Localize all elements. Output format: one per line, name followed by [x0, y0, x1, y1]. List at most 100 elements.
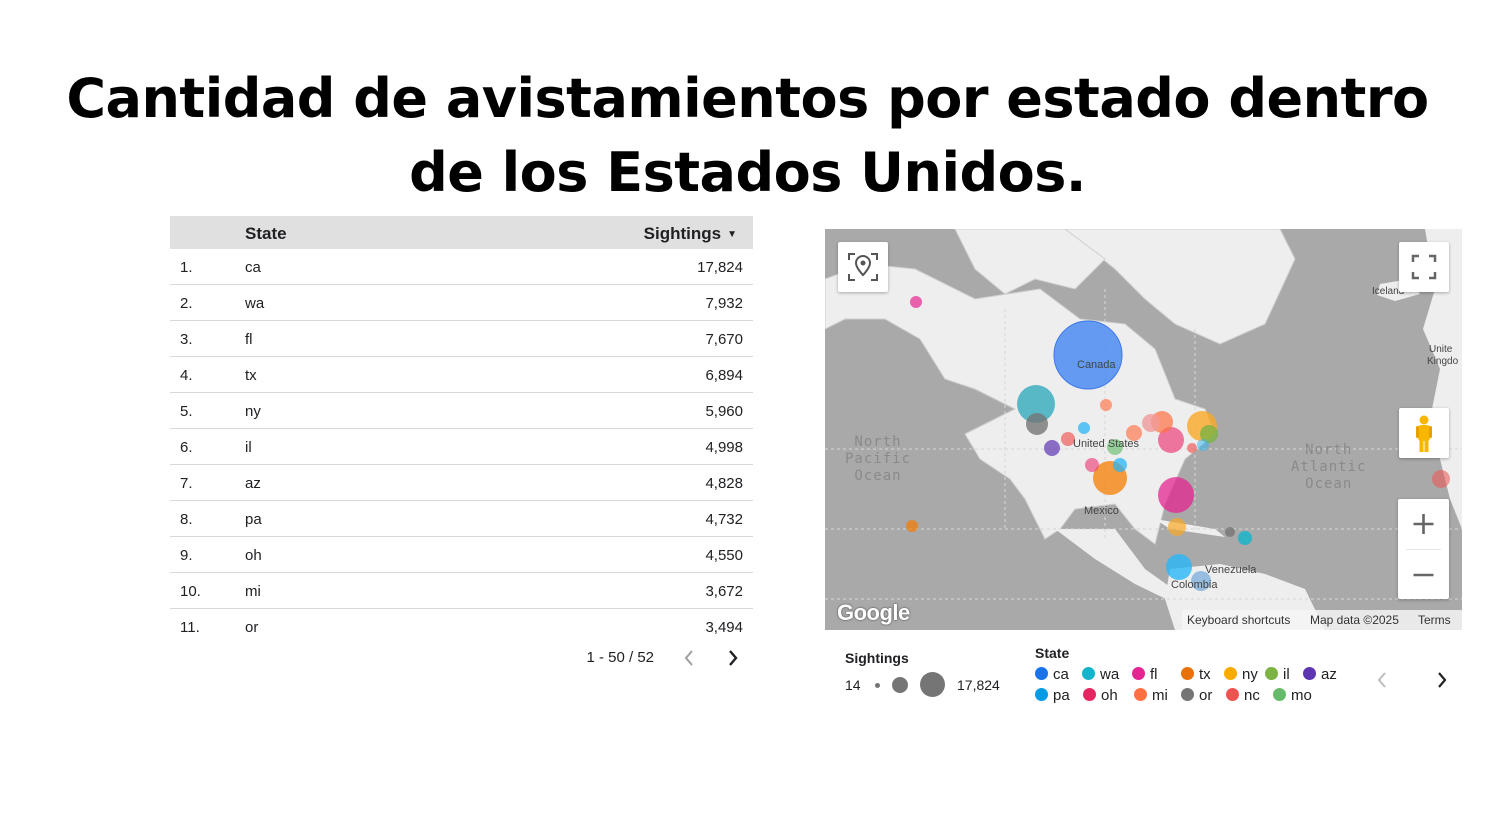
row-sightings: 4,998 — [705, 439, 743, 456]
legend-item-ny[interactable]: ny — [1224, 666, 1258, 684]
column-header-sightings[interactable]: Sightings ▼ — [644, 224, 737, 244]
legend-item-or[interactable]: or — [1181, 687, 1212, 705]
table-row[interactable]: 2. wa 7,932 — [170, 285, 753, 321]
legend-swatch — [1132, 667, 1145, 680]
legend-swatch — [1181, 688, 1194, 701]
table-row[interactable]: 8. pa 4,732 — [170, 501, 753, 537]
legend-item-tx[interactable]: tx — [1181, 666, 1211, 684]
pegman-icon — [1416, 415, 1432, 452]
minus-icon — [1413, 573, 1434, 577]
street-view-pegman-button[interactable] — [1399, 408, 1449, 458]
row-sightings: 7,670 — [705, 331, 743, 348]
legend-label: il — [1283, 666, 1290, 683]
bubble-map[interactable]: Canada United States Mexico Venezuela Co… — [825, 229, 1462, 630]
legend-label: mo — [1291, 687, 1312, 704]
legend-swatch — [1226, 688, 1239, 701]
legend-item-az[interactable]: az — [1303, 666, 1337, 684]
size-legend-max: 17,824 — [957, 677, 1000, 693]
row-state: wa — [245, 295, 265, 312]
column-header-state[interactable]: State — [245, 224, 287, 244]
legend-item-mo[interactable]: mo — [1273, 687, 1312, 705]
map-label-colombia: Colombia — [1171, 579, 1218, 591]
legend-item-wa[interactable]: wa — [1082, 666, 1119, 684]
table-row[interactable]: 11. or 3,494 — [170, 609, 753, 644]
my-location-button[interactable] — [838, 242, 888, 292]
row-number: 2. — [180, 295, 193, 312]
legend-item-mi[interactable]: mi — [1134, 687, 1168, 705]
size-dot-medium — [892, 677, 908, 693]
legend-label: oh — [1101, 687, 1118, 704]
chevron-left-icon — [684, 650, 693, 666]
row-sightings: 4,828 — [705, 475, 743, 492]
table-row[interactable]: 6. il 4,998 — [170, 429, 753, 465]
table-body: 1. ca 17,824 2. wa 7,932 3. fl 7,670 4. tx 6,894… — [170, 249, 753, 644]
prev-page-button[interactable] — [677, 644, 701, 672]
size-legend-min: 14 — [845, 677, 861, 693]
legend-item-nc[interactable]: nc — [1226, 687, 1260, 705]
zoom-out-button[interactable] — [1398, 550, 1449, 599]
next-page-button[interactable] — [721, 644, 745, 672]
table-header: State Sightings ▼ — [170, 216, 753, 249]
zoom-controls — [1398, 499, 1449, 599]
legend-label: mi — [1152, 687, 1168, 704]
legend-swatch — [1035, 688, 1048, 701]
legend-label: wa — [1100, 666, 1120, 683]
table-row[interactable]: 7. az 4,828 — [170, 465, 753, 501]
table-row[interactable]: 3. fl 7,670 — [170, 321, 753, 357]
size-legend-title: Sightings — [845, 650, 909, 666]
row-number: 8. — [180, 511, 193, 528]
legend-label: nc — [1244, 687, 1260, 704]
legend-item-oh[interactable]: oh — [1083, 687, 1118, 705]
bubble-az — [1044, 440, 1060, 456]
row-state: il — [245, 439, 252, 456]
keyboard-shortcuts-link[interactable]: Keyboard shortcuts — [1187, 613, 1290, 627]
row-number: 6. — [180, 439, 193, 456]
fullscreen-button[interactable] — [1399, 242, 1449, 292]
row-number: 4. — [180, 367, 193, 384]
legend-swatch — [1265, 667, 1278, 680]
row-sightings: 3,672 — [705, 583, 743, 600]
row-state: oh — [245, 547, 262, 564]
legend-prev-button[interactable] — [1370, 667, 1394, 693]
legend-label: fl — [1150, 666, 1158, 683]
table-row[interactable]: 9. oh 4,550 — [170, 537, 753, 573]
row-state: mi — [245, 583, 261, 600]
legend-swatch — [1181, 667, 1194, 680]
row-sightings: 3,494 — [705, 619, 743, 636]
row-sightings: 6,894 — [705, 367, 743, 384]
row-number: 1. — [180, 259, 193, 276]
table-row[interactable]: 10. mi 3,672 — [170, 573, 753, 609]
legend-swatch — [1224, 667, 1237, 680]
column-header-sightings-label: Sightings — [643, 224, 722, 243]
legend-swatch — [1082, 667, 1095, 680]
sort-desc-icon: ▼ — [727, 229, 737, 240]
map-label-united-kingdom-2: Kingdo — [1427, 356, 1459, 367]
zoom-in-button[interactable] — [1398, 499, 1449, 549]
legend-item-ca[interactable]: ca — [1035, 666, 1069, 684]
location-pin-icon — [848, 253, 878, 281]
terms-link[interactable]: Terms — [1418, 613, 1451, 627]
title-line-2: de los Estados Unidos. — [409, 141, 1086, 204]
bubble-or — [1026, 413, 1048, 435]
chevron-right-icon — [729, 650, 738, 666]
map-land — [825, 229, 1462, 630]
chevron-left-icon — [1377, 672, 1386, 688]
state-legend: State ca wa fl tx ny il az pa oh mi or nc mo — [1035, 643, 1355, 708]
map-data-text: Map data ©2025 — [1310, 613, 1399, 627]
map-label-canada: Canada — [1077, 359, 1116, 371]
legend-item-pa[interactable]: pa — [1035, 687, 1070, 705]
chevron-right-icon — [1438, 672, 1447, 688]
table-row[interactable]: 5. ny 5,960 — [170, 393, 753, 429]
row-number: 11. — [180, 619, 200, 636]
title-line-1: Cantidad de avistamientos por estado den… — [66, 67, 1429, 130]
legend-item-il[interactable]: il — [1265, 666, 1290, 684]
map-label-north-pacific: North Pacific Ocean — [845, 434, 912, 484]
table-row[interactable]: 1. ca 17,824 — [170, 249, 753, 285]
legend-item-fl[interactable]: fl — [1132, 666, 1158, 684]
table-row[interactable]: 4. tx 6,894 — [170, 357, 753, 393]
state-legend-title: State — [1035, 645, 1070, 661]
map-label-united-kingdom-1: Unite — [1429, 344, 1453, 355]
legend-next-button[interactable] — [1430, 667, 1454, 693]
legend-label: or — [1199, 687, 1213, 704]
size-dot-small — [875, 683, 880, 688]
